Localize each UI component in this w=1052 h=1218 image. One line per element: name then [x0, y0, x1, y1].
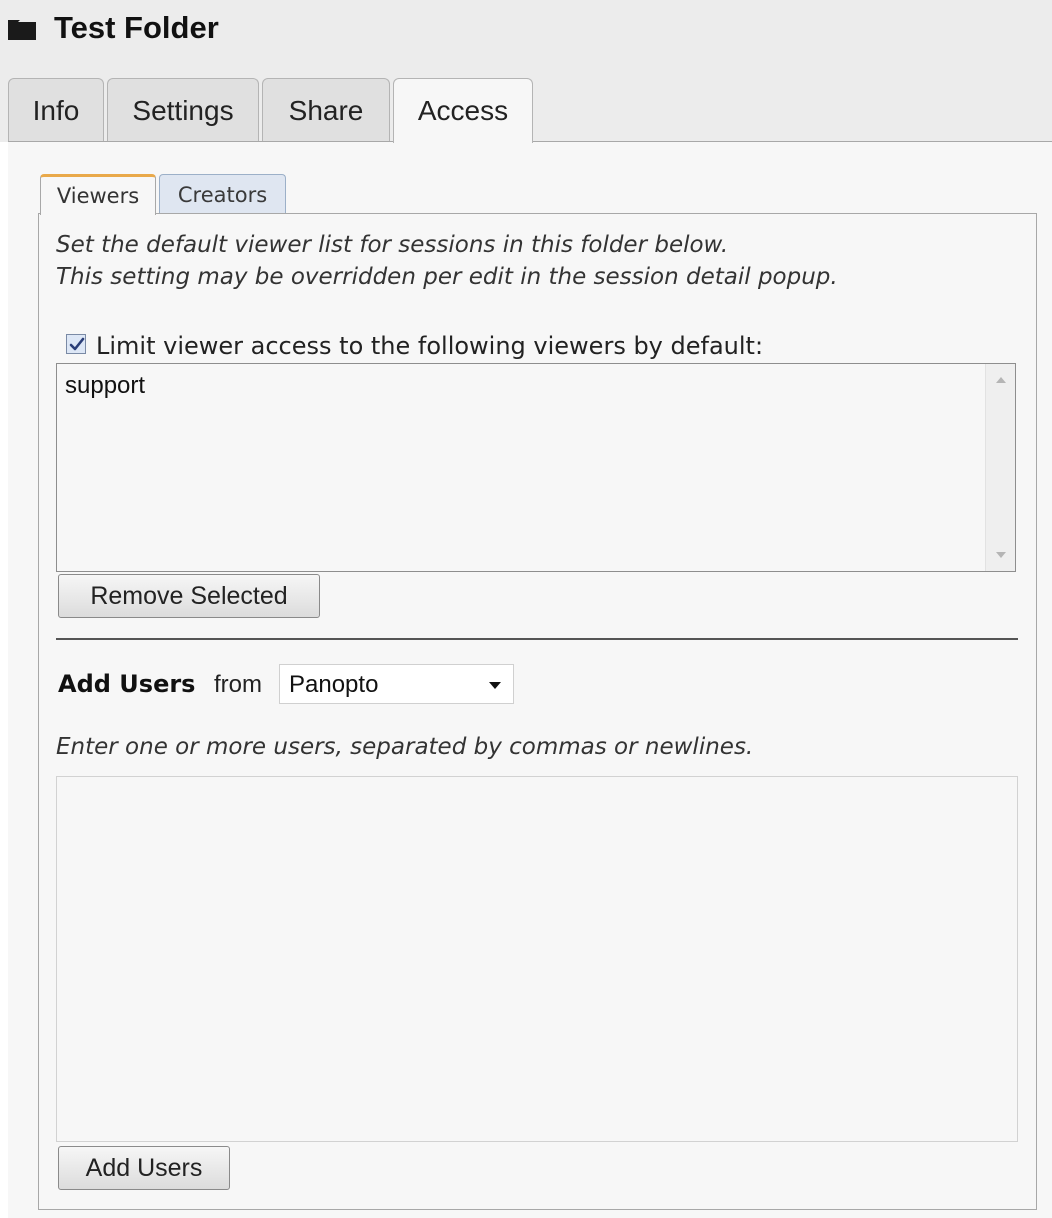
provider-select-value: Panopto: [289, 671, 379, 698]
add-users-from-label: from: [214, 671, 262, 698]
viewers-description-line1: Set the default viewer list for sessions…: [56, 232, 729, 258]
add-users-textarea[interactable]: [56, 776, 1018, 1142]
listbox-scrollbar[interactable]: [985, 364, 1015, 571]
folder-icon: [8, 20, 36, 40]
provider-select[interactable]: Panopto: [279, 664, 514, 704]
viewers-description-line2: This setting may be overridden per edit …: [56, 264, 838, 290]
folder-title: Test Folder: [54, 10, 219, 45]
chevron-down-icon: [489, 682, 501, 689]
limit-viewers-label: Limit viewer access to the following vie…: [96, 332, 764, 360]
tab-settings[interactable]: Settings: [107, 78, 259, 142]
tab-access[interactable]: Access: [393, 78, 533, 143]
viewers-listbox[interactable]: support: [56, 363, 1016, 572]
add-users-label: Add Users: [58, 670, 195, 698]
checkmark-icon: [69, 337, 85, 351]
scroll-down-icon[interactable]: [995, 551, 1007, 559]
subtab-viewers[interactable]: Viewers: [40, 174, 156, 215]
limit-viewers-checkbox[interactable]: [66, 334, 86, 354]
add-users-label-bold: Add Users: [58, 670, 196, 698]
tab-share[interactable]: Share: [262, 78, 390, 142]
section-divider: [56, 638, 1018, 640]
add-users-instructions: Enter one or more users, separated by co…: [56, 734, 754, 760]
list-item[interactable]: support: [65, 372, 145, 400]
add-users-button[interactable]: Add Users: [58, 1146, 230, 1190]
remove-selected-button[interactable]: Remove Selected: [58, 574, 320, 618]
subtab-creators[interactable]: Creators: [159, 174, 286, 214]
scroll-up-icon[interactable]: [995, 376, 1007, 384]
tab-info[interactable]: Info: [8, 78, 104, 142]
